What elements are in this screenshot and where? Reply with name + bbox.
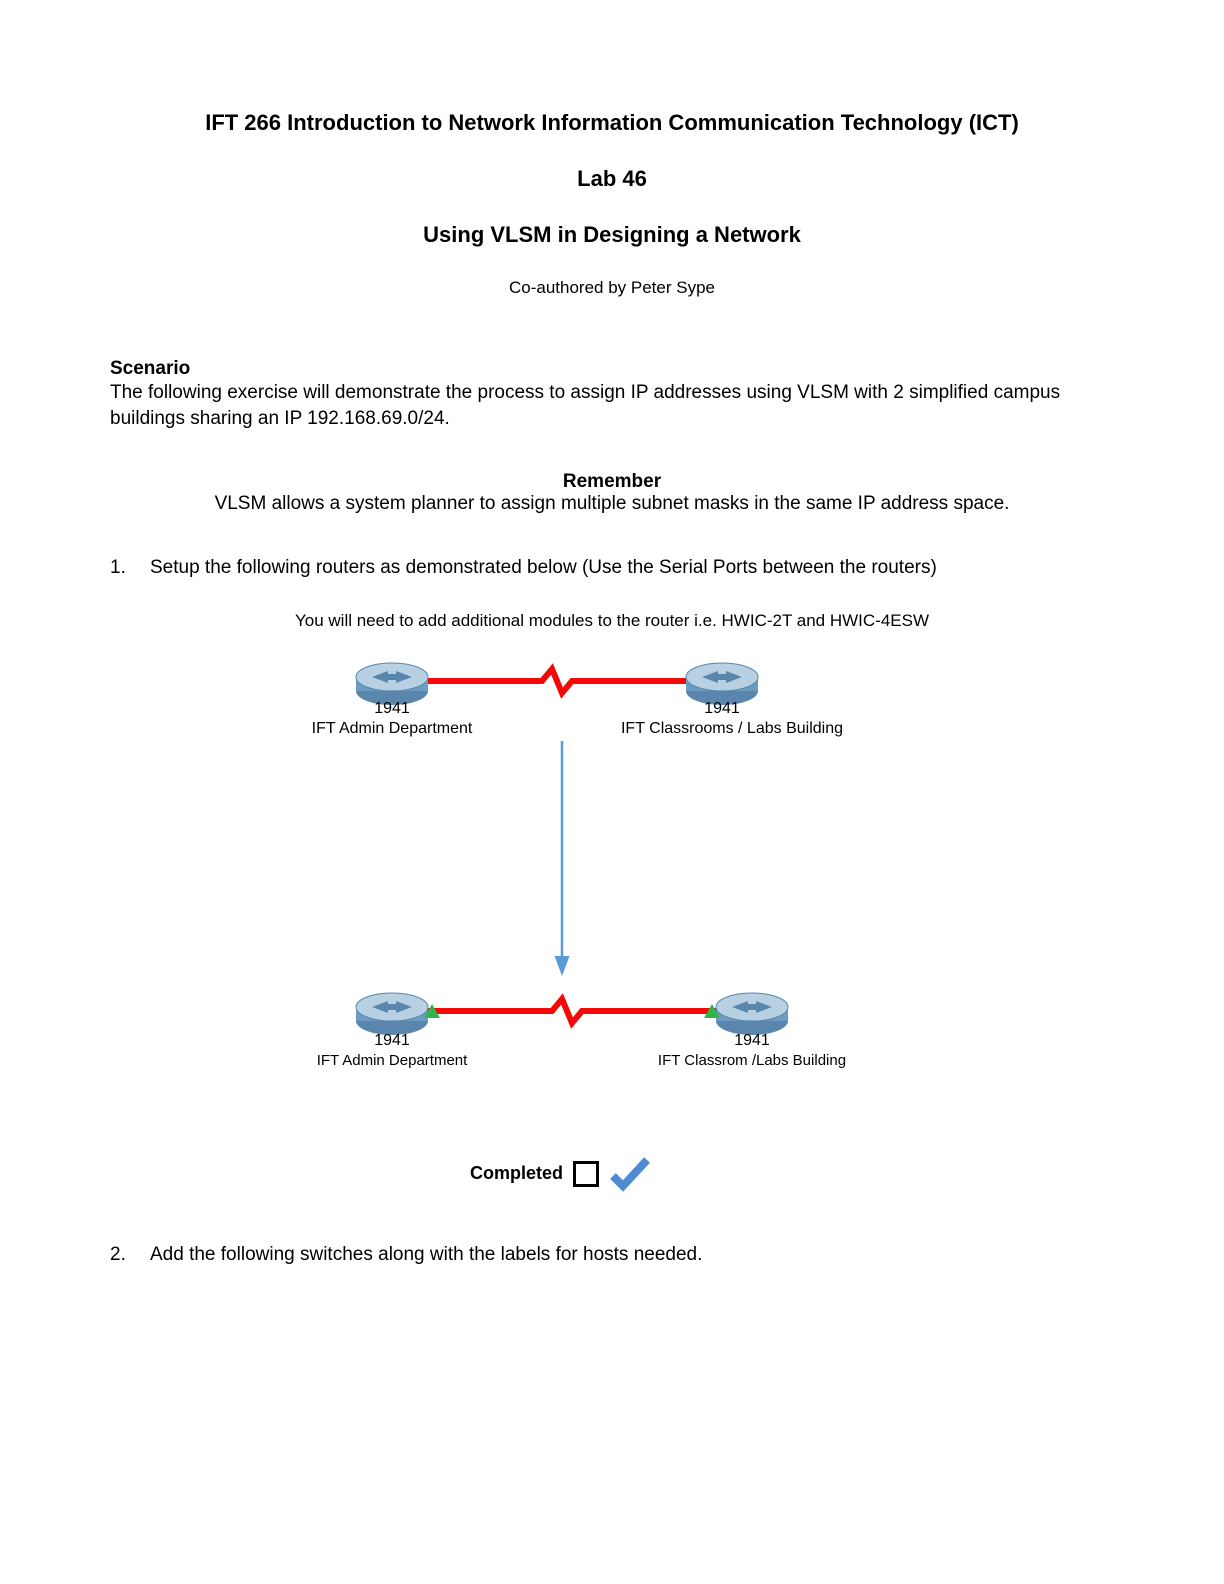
completed-checkbox[interactable] (573, 1161, 599, 1187)
step-2: 2. Add the following switches along with… (110, 1242, 1114, 1268)
router-label-bl: IFT Admin Department (317, 1052, 468, 1069)
diagram-svg: 1941 IFT Admin Department 1941 IFT Class… (292, 651, 932, 1121)
router-model-tr: 1941 (704, 700, 740, 717)
course-title: IFT 266 Introduction to Network Informat… (152, 110, 1072, 136)
router-label-tr: IFT Classrooms / Labs Building (621, 720, 843, 737)
step-2-number: 2. (110, 1242, 150, 1268)
completed-row: Completed (470, 1156, 651, 1192)
router-icon-top-right (686, 663, 758, 705)
router-icon-bottom-right (716, 993, 788, 1035)
step-1-hint: You will need to add additional modules … (110, 611, 1114, 631)
scenario-body: The following exercise will demonstrate … (110, 380, 1114, 431)
router-icon-top-left (356, 663, 428, 705)
router-model-tl: 1941 (374, 700, 410, 717)
author-line: Co-authored by Peter Sype (110, 278, 1114, 298)
router-icon-bottom-left (356, 993, 428, 1035)
lab-title: Using VLSM in Designing a Network (110, 222, 1114, 248)
remember-heading: Remember (110, 471, 1114, 493)
router-label-br: IFT Classrom /Labs Building (658, 1052, 846, 1069)
network-diagram: 1941 IFT Admin Department 1941 IFT Class… (292, 651, 932, 1121)
lab-number: Lab 46 (110, 166, 1114, 192)
completed-label: Completed (470, 1163, 563, 1184)
step-1: 1. Setup the following routers as demons… (110, 555, 1114, 581)
scenario-heading: Scenario (110, 358, 1114, 380)
checkmark-icon (609, 1156, 651, 1192)
step-1-number: 1. (110, 555, 150, 581)
router-model-br: 1941 (734, 1032, 770, 1049)
router-label-tl: IFT Admin Department (312, 720, 473, 737)
step-1-text: Setup the following routers as demonstra… (150, 555, 1114, 581)
step-2-text: Add the following switches along with th… (150, 1242, 1114, 1268)
remember-body: VLSM allows a system planner to assign m… (110, 493, 1114, 515)
router-model-bl: 1941 (374, 1032, 410, 1049)
